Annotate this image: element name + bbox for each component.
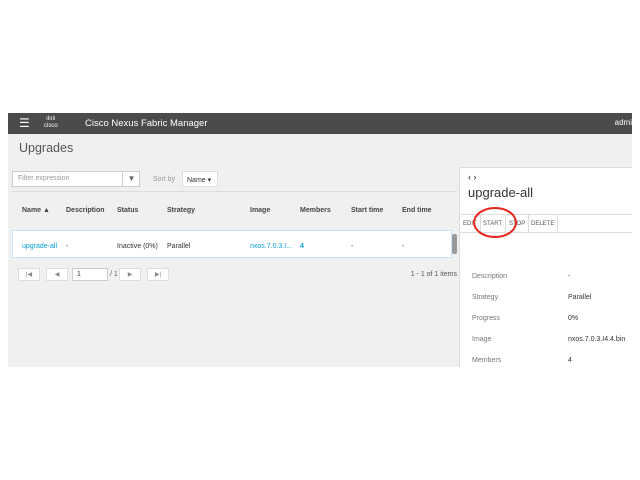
- column-header-description[interactable]: Description: [66, 207, 105, 214]
- filter-icon[interactable]: ▼: [122, 171, 140, 187]
- sort-dropdown[interactable]: Name ▾: [182, 171, 218, 187]
- row-end-time: -: [402, 243, 405, 250]
- row-start-time: -: [351, 243, 354, 250]
- page-total: / 1: [110, 271, 118, 278]
- sort-label: Sort by: [153, 176, 176, 183]
- row-description: -: [66, 243, 69, 250]
- column-header-name[interactable]: Name ▲: [22, 207, 50, 214]
- row-image-link[interactable]: nxos.7.0.3.I...: [250, 243, 292, 250]
- top-bar: ☰ ılıılı cisco Cisco Nexus Fabric Manager…: [8, 113, 632, 134]
- detail-value-description: -: [568, 273, 571, 280]
- detail-panel: ‹ › upgrade-all EDIT START STOP DELETE D…: [459, 167, 632, 367]
- detail-label-image: Image: [472, 336, 492, 343]
- cisco-logo: ılıılı cisco: [44, 116, 58, 129]
- detail-label-description: Description: [472, 273, 508, 280]
- item-count: 1 - 1 of 1 items: [410, 271, 457, 278]
- pagination: |◀ ◀ 1 / 1 ▶ ▶| 1 - 1 of 1 items: [12, 266, 457, 284]
- page-number-input[interactable]: 1: [72, 268, 108, 281]
- detail-value-strategy: Parallel: [568, 294, 592, 301]
- prev-page-icon[interactable]: ◀: [46, 268, 68, 281]
- detail-label-members: Members: [472, 357, 502, 364]
- row-strategy: Parallel: [167, 243, 191, 250]
- first-page-icon[interactable]: |◀: [18, 268, 40, 281]
- column-header-start-time[interactable]: Start time: [351, 207, 383, 214]
- delete-button[interactable]: DELETE: [528, 215, 559, 233]
- detail-value-progress: 0%: [568, 315, 579, 322]
- row-name-link[interactable]: upgrade-all: [22, 243, 57, 250]
- column-header-status[interactable]: Status: [117, 207, 138, 214]
- table-row[interactable]: upgrade-all - Inactive (0%) Parallel nxo…: [12, 230, 452, 258]
- detail-label-progress: Progress: [472, 315, 501, 322]
- hamburger-menu-icon[interactable]: ☰: [19, 117, 30, 129]
- filter-toolbar: Filter expression ▼ Sort by Name ▾: [12, 170, 457, 192]
- user-menu[interactable]: admi: [615, 118, 632, 127]
- detail-label-strategy: Strategy: [472, 294, 499, 301]
- row-members-link[interactable]: 4: [300, 243, 304, 250]
- detail-value-image-link[interactable]: nxos.7.0.3.I4.4.bin: [568, 336, 625, 343]
- page-title: Upgrades: [19, 141, 74, 155]
- filter-input[interactable]: Filter expression: [12, 171, 140, 187]
- table-scrollbar[interactable]: [452, 234, 457, 254]
- column-header-members[interactable]: Members: [300, 207, 331, 214]
- row-status: Inactive (0%): [117, 243, 158, 250]
- next-page-icon[interactable]: ▶: [119, 268, 141, 281]
- detail-title: upgrade-all: [468, 185, 534, 200]
- last-page-icon[interactable]: ▶|: [147, 268, 169, 281]
- app-window: ☰ ılıılı cisco Cisco Nexus Fabric Manager…: [8, 113, 632, 367]
- detail-value-members: 4: [568, 357, 572, 364]
- column-header-strategy[interactable]: Strategy: [167, 207, 195, 214]
- expand-collapse-icon[interactable]: ‹ ›: [468, 172, 477, 182]
- app-title: Cisco Nexus Fabric Manager: [85, 118, 208, 129]
- column-header-image[interactable]: Image: [250, 207, 270, 214]
- highlight-circle: [473, 207, 517, 238]
- column-header-end-time[interactable]: End time: [402, 207, 432, 214]
